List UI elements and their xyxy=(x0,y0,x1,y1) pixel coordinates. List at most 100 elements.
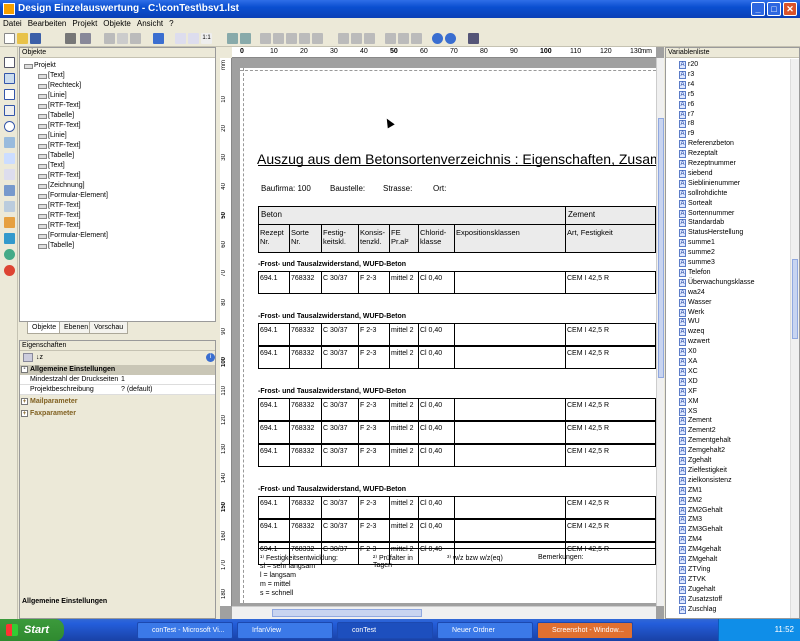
chart-tool-icon[interactable] xyxy=(4,233,15,244)
align2-icon[interactable] xyxy=(240,33,251,44)
menu-help[interactable]: ? xyxy=(166,18,176,30)
size3-icon[interactable] xyxy=(364,33,375,44)
prop-value-description[interactable]: ? (default) xyxy=(121,385,153,395)
copy-icon[interactable] xyxy=(117,33,128,44)
variable-item[interactable]: A Referenzbeton xyxy=(679,139,734,149)
variable-item[interactable]: A Zemgehalt2 xyxy=(679,446,725,456)
variable-item[interactable]: Awzwert xyxy=(679,337,710,347)
variable-item[interactable]: A XA xyxy=(679,357,697,367)
variables-scrollbar[interactable] xyxy=(790,59,799,618)
variable-item[interactable]: A ZM1 xyxy=(679,486,702,496)
tree-item[interactable]: [Formular-Element] xyxy=(38,231,108,240)
tree-item[interactable]: [Tabelle] xyxy=(37,111,74,120)
variable-item[interactable]: A Zgehalt xyxy=(679,456,711,466)
tree-item[interactable]: [Zeichnung] xyxy=(38,181,85,190)
variable-item[interactable]: A ZMgehalt xyxy=(679,555,717,565)
expand-icon[interactable]: + xyxy=(21,410,28,417)
variable-item[interactable]: Ar6 xyxy=(679,100,694,110)
variable-item[interactable]: A Rezeptalt xyxy=(679,149,718,159)
zoom-out-icon[interactable] xyxy=(188,33,199,44)
variable-item[interactable]: Awa24 xyxy=(679,288,705,298)
prop-row-description[interactable]: Projektbeschreibung ? (default) xyxy=(20,385,215,395)
arrange4-icon[interactable] xyxy=(299,33,310,44)
variable-item[interactable]: Asumme3 xyxy=(679,258,715,268)
hscroll-thumb[interactable] xyxy=(272,609,422,617)
select-tool-icon[interactable] xyxy=(4,57,15,68)
variable-item[interactable]: A WU xyxy=(679,317,700,327)
table-tool-icon[interactable] xyxy=(4,169,15,180)
tree-item[interactable]: [Text] xyxy=(38,161,65,170)
vertical-scrollbar[interactable] xyxy=(656,58,664,606)
report-page[interactable]: Auszug aus dem Betonsortenverzeichnis : … xyxy=(240,68,656,603)
paste-icon[interactable] xyxy=(130,33,141,44)
variable-item[interactable]: A Werk xyxy=(679,308,704,318)
vscroll-thumb[interactable] xyxy=(658,118,664,378)
tree-item[interactable]: [Formular-Element] xyxy=(38,191,108,200)
variable-item[interactable]: Ar7 xyxy=(679,110,694,120)
ellipse-tool-icon[interactable] xyxy=(4,121,15,132)
group-fax[interactable]: + Faxparameter xyxy=(20,409,215,419)
arrange2-icon[interactable] xyxy=(273,33,284,44)
variable-item[interactable]: A XD xyxy=(679,377,698,387)
drawing-tool-icon[interactable] xyxy=(4,217,15,228)
variable-item[interactable]: A ZM2Gehalt xyxy=(679,506,723,516)
variable-item[interactable]: A Sortennummer xyxy=(679,209,734,219)
variable-item[interactable]: A Überwachungsklasse xyxy=(679,278,755,288)
tree-item[interactable]: [RTF-Text] xyxy=(38,141,81,150)
tree-item[interactable]: [Linie] xyxy=(38,91,67,100)
tree-item[interactable]: [Tabelle] xyxy=(37,151,74,160)
variable-item[interactable]: A Zielfestigkeit xyxy=(679,466,727,476)
tree-item[interactable]: [RTF-Text] xyxy=(38,201,81,210)
variable-item[interactable]: Ar3 xyxy=(679,70,694,80)
task-contest[interactable]: conTest xyxy=(337,622,433,639)
variable-item[interactable]: Asiebend xyxy=(679,169,713,179)
arrange3-icon[interactable] xyxy=(286,33,297,44)
expand-icon[interactable]: + xyxy=(21,398,28,405)
zoom-100-icon[interactable]: 1:1 xyxy=(201,33,212,44)
variable-item[interactable]: A ZM2 xyxy=(679,496,702,506)
undo-icon[interactable] xyxy=(153,33,164,44)
variable-item[interactable]: Ar9 xyxy=(679,129,694,139)
group-general[interactable]: - Allgemeine Einstellungen xyxy=(20,365,215,375)
variable-item[interactable]: A XC xyxy=(679,367,698,377)
menu-datei[interactable]: Datei xyxy=(0,18,25,30)
variable-item[interactable]: A Telefon xyxy=(679,268,711,278)
variable-item[interactable]: Ar5 xyxy=(679,90,694,100)
tree-item[interactable]: [Text] xyxy=(38,71,65,80)
variable-item[interactable]: Azielkonsistenz xyxy=(679,476,732,486)
print-preview-icon[interactable] xyxy=(80,33,91,44)
prop-value-min-pages[interactable]: 1 xyxy=(121,375,125,385)
variable-item[interactable]: A XM xyxy=(679,397,699,407)
variable-item[interactable]: Ar20 xyxy=(679,60,698,70)
variable-item[interactable]: Ar4 xyxy=(679,80,694,90)
variable-item[interactable]: A Rezeptnummer xyxy=(679,159,736,169)
image-tool-icon[interactable] xyxy=(4,137,15,148)
size2-icon[interactable] xyxy=(351,33,362,44)
line-tool-icon[interactable] xyxy=(4,105,15,116)
spacing3-icon[interactable] xyxy=(411,33,422,44)
prop-row-min-pages[interactable]: Mindestzahl der Druckseiten 1 xyxy=(20,375,215,385)
tree-item[interactable]: [RTF-Text] xyxy=(38,221,81,230)
form-tool-icon[interactable] xyxy=(4,201,15,212)
text-tool-icon[interactable] xyxy=(4,73,15,84)
variable-item[interactable]: A Zuschlag xyxy=(679,605,716,615)
minimize-button[interactable]: _ xyxy=(751,2,765,16)
variable-item[interactable]: A Zugehalt xyxy=(679,585,715,595)
task-contest-vi[interactable]: conTest - Microsoft Vi... xyxy=(137,622,233,639)
open-icon[interactable] xyxy=(17,33,28,44)
variable-item[interactable]: A XS xyxy=(679,407,697,417)
tree-item[interactable]: [Tabelle] xyxy=(37,241,74,250)
zoom-in-icon[interactable] xyxy=(175,33,186,44)
variable-item[interactable]: A Sortealt xyxy=(679,199,712,209)
variable-item[interactable]: Asollrohdichte xyxy=(679,189,727,199)
task-irfanview[interactable]: IrfanView xyxy=(237,622,333,639)
variable-item[interactable]: A Zementgehalt xyxy=(679,436,731,446)
menu-ansicht[interactable]: Ansicht xyxy=(134,18,166,30)
variable-item[interactable]: Asumme1 xyxy=(679,238,715,248)
close-button[interactable]: ✕ xyxy=(783,2,797,16)
group-mail[interactable]: + Mailparameter xyxy=(20,397,215,407)
crosstab-tool-icon[interactable] xyxy=(4,265,15,276)
tree-item[interactable]: [RTF-Text] xyxy=(38,101,81,110)
task-screenshot[interactable]: Screenshot - Window... xyxy=(537,622,633,639)
new-icon[interactable] xyxy=(4,33,15,44)
